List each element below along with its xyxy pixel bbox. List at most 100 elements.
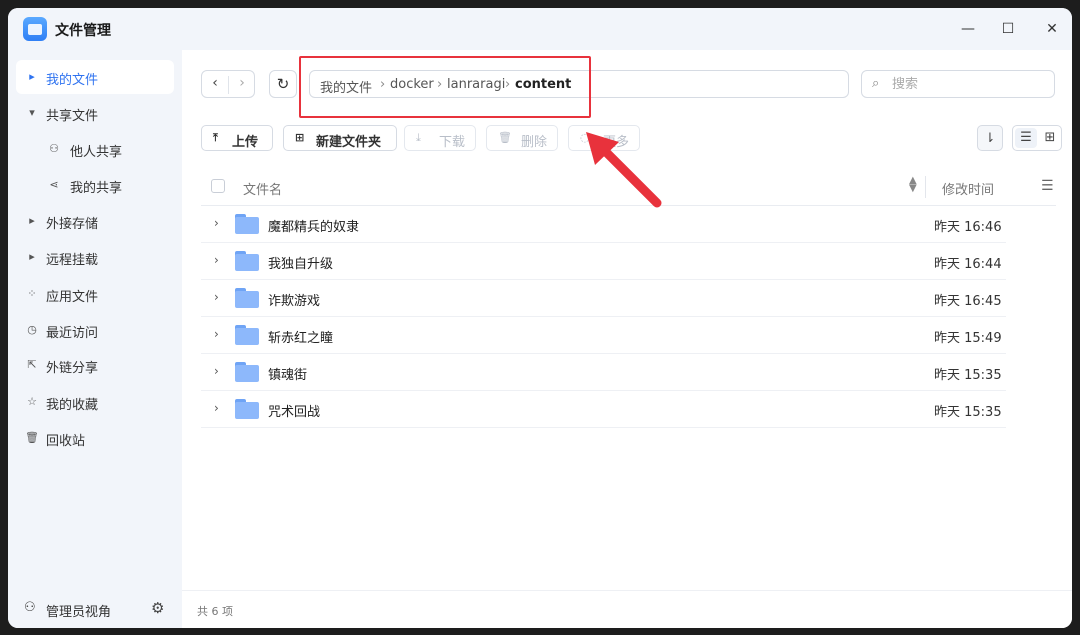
external-link-icon: ⇱: [27, 358, 37, 371]
title-bar: 文件管理 — ☐ ✕: [8, 8, 1072, 50]
search-box: ⌕: [861, 70, 1055, 98]
forward-button[interactable]: ›: [229, 75, 255, 91]
folder-icon: [235, 325, 259, 345]
upload-button[interactable]: ⤒ 上传: [201, 125, 273, 151]
more-label: 更多: [603, 135, 630, 150]
maximize-button[interactable]: ☐: [996, 18, 1020, 40]
trash-icon: 🗑: [498, 131, 512, 144]
modified-time: 昨天 15:49: [934, 331, 1002, 346]
search-icon: ⌕: [872, 76, 880, 91]
sidebar-item-shared-with-me[interactable]: ⚇ 他人共享: [16, 132, 174, 166]
chevron-right-icon[interactable]: ›: [214, 327, 219, 341]
sidebar: ▸ 我的文件 ▾ 共享文件 ⚇ 他人共享 ⋖ 我的共享 ▸ 外接存储 ▸ 远程挂…: [8, 50, 182, 628]
sidebar-item-label: 外链分享: [46, 361, 99, 376]
caret-down-icon: ▾: [29, 106, 35, 119]
table-row[interactable]: › 镇魂街 昨天 15:35: [201, 354, 1006, 391]
caret-right-icon: ▸: [29, 250, 35, 263]
folder-icon: [235, 214, 259, 234]
minimize-button[interactable]: —: [956, 18, 980, 40]
column-header-modified[interactable]: 修改时间: [942, 179, 994, 198]
table-row[interactable]: › 咒术回战 昨天 15:35: [201, 391, 1006, 428]
sidebar-item-external-links[interactable]: ⇱ 外链分享: [16, 348, 174, 382]
file-name: 魔都精兵的奴隶: [268, 220, 360, 235]
highlight-box: [299, 56, 591, 118]
sidebar-item-label: 我的收藏: [46, 398, 99, 413]
item-count: 共 6 项: [197, 605, 233, 618]
modified-time: 昨天 16:45: [934, 294, 1002, 309]
sidebar-item-label: 应用文件: [46, 290, 99, 305]
gear-icon[interactable]: ⚙: [151, 599, 164, 617]
refresh-button[interactable]: ↻: [269, 70, 297, 98]
sidebar-item-recycle-bin[interactable]: 🗑 回收站: [16, 421, 174, 455]
download-label: 下载: [439, 135, 466, 150]
close-button[interactable]: ✕: [1040, 18, 1064, 40]
folder-icon: [235, 399, 259, 419]
caret-right-icon: ▸: [29, 70, 35, 83]
sidebar-item-label: 外接存储: [46, 217, 99, 232]
delete-button[interactable]: 🗑 删除: [486, 125, 558, 151]
folder-icon: [235, 288, 259, 308]
column-header-name[interactable]: 文件名: [243, 179, 282, 198]
sidebar-item-label: 共享文件: [46, 109, 99, 124]
clock-icon: ◷: [27, 323, 37, 336]
user-icon: ⚇: [49, 142, 59, 155]
chevron-right-icon[interactable]: ›: [214, 401, 219, 415]
sidebar-item-app-files[interactable]: ⁘ 应用文件: [16, 277, 174, 311]
table-row[interactable]: › 斩赤红之瞳 昨天 15:49: [201, 317, 1006, 354]
new-folder-label: 新建文件夹: [316, 135, 382, 150]
more-button[interactable]: ◌ 更多: [568, 125, 640, 151]
table-row[interactable]: › 我独自升级 昨天 16:44: [201, 243, 1006, 280]
upload-icon: ⤒: [213, 131, 218, 144]
chevron-right-icon[interactable]: ›: [214, 216, 219, 230]
history-nav: ‹ ›: [201, 70, 255, 98]
sidebar-item-my-shares[interactable]: ⋖ 我的共享: [16, 168, 174, 202]
column-divider[interactable]: [925, 176, 926, 198]
new-folder-icon: ⊞: [295, 131, 305, 144]
column-settings-icon[interactable]: ☰: [1041, 178, 1054, 194]
sidebar-item-favorites[interactable]: ☆ 我的收藏: [16, 385, 174, 419]
list-view-icon[interactable]: ☰: [1015, 128, 1037, 148]
download-icon: ⤓: [416, 131, 421, 144]
sort-arrows-icon[interactable]: ▲ ▼: [909, 176, 917, 194]
table-row[interactable]: › 诈欺游戏 昨天 16:45: [201, 280, 1006, 317]
new-folder-button[interactable]: ⊞ 新建文件夹: [283, 125, 397, 151]
sidebar-item-shared-files[interactable]: ▾ 共享文件: [16, 96, 174, 130]
modified-time: 昨天 15:35: [934, 405, 1002, 420]
sidebar-item-label: 回收站: [46, 434, 86, 449]
grid-view-icon[interactable]: ⊞: [1039, 128, 1061, 148]
file-name: 镇魂街: [268, 368, 308, 383]
sidebar-item-recent[interactable]: ◷ 最近访问: [16, 313, 174, 347]
download-button[interactable]: ⤓ 下载: [404, 125, 476, 151]
sidebar-item-label: 我的文件: [46, 73, 99, 88]
more-icon: ◌: [580, 131, 590, 144]
sidebar-item-external-storage[interactable]: ▸ 外接存储: [16, 204, 174, 238]
file-manager-app-icon: [23, 17, 47, 41]
sidebar-item-remote-mount[interactable]: ▸ 远程挂载: [16, 240, 174, 274]
folder-icon: [235, 362, 259, 382]
chevron-right-icon[interactable]: ›: [214, 290, 219, 304]
table-row[interactable]: › 魔都精兵的奴隶 昨天 16:46: [201, 206, 1006, 243]
modified-time: 昨天 15:35: [934, 368, 1002, 383]
status-bar: 共 6 项: [182, 590, 1072, 628]
chevron-right-icon[interactable]: ›: [214, 364, 219, 378]
upload-label: 上传: [232, 135, 259, 150]
admin-view-label: 管理员视角: [46, 605, 112, 620]
back-button[interactable]: ‹: [202, 75, 228, 91]
admin-view-footer[interactable]: ⚇ 管理员视角 ⚙: [8, 590, 182, 628]
delete-label: 删除: [521, 135, 548, 150]
modified-time: 昨天 16:44: [934, 257, 1002, 272]
apps-grid-icon: ⁘: [27, 287, 37, 300]
file-name: 诈欺游戏: [268, 294, 321, 309]
admin-user-icon: ⚇: [24, 600, 36, 615]
main-panel: ‹ › ↻ 我的文件 › docker › lanraragi › conten…: [182, 50, 1072, 628]
sidebar-item-my-files[interactable]: ▸ 我的文件: [16, 60, 174, 94]
file-name: 咒术回战: [268, 405, 321, 420]
trash-icon: 🗑: [25, 431, 39, 444]
select-all-checkbox[interactable]: [211, 179, 225, 193]
sort-button[interactable]: ⇂: [977, 125, 1003, 151]
search-input[interactable]: [892, 75, 1042, 93]
star-icon: ☆: [27, 395, 37, 408]
chevron-right-icon[interactable]: ›: [214, 253, 219, 267]
modified-time: 昨天 16:46: [934, 220, 1002, 235]
sidebar-item-label: 远程挂载: [46, 253, 99, 268]
